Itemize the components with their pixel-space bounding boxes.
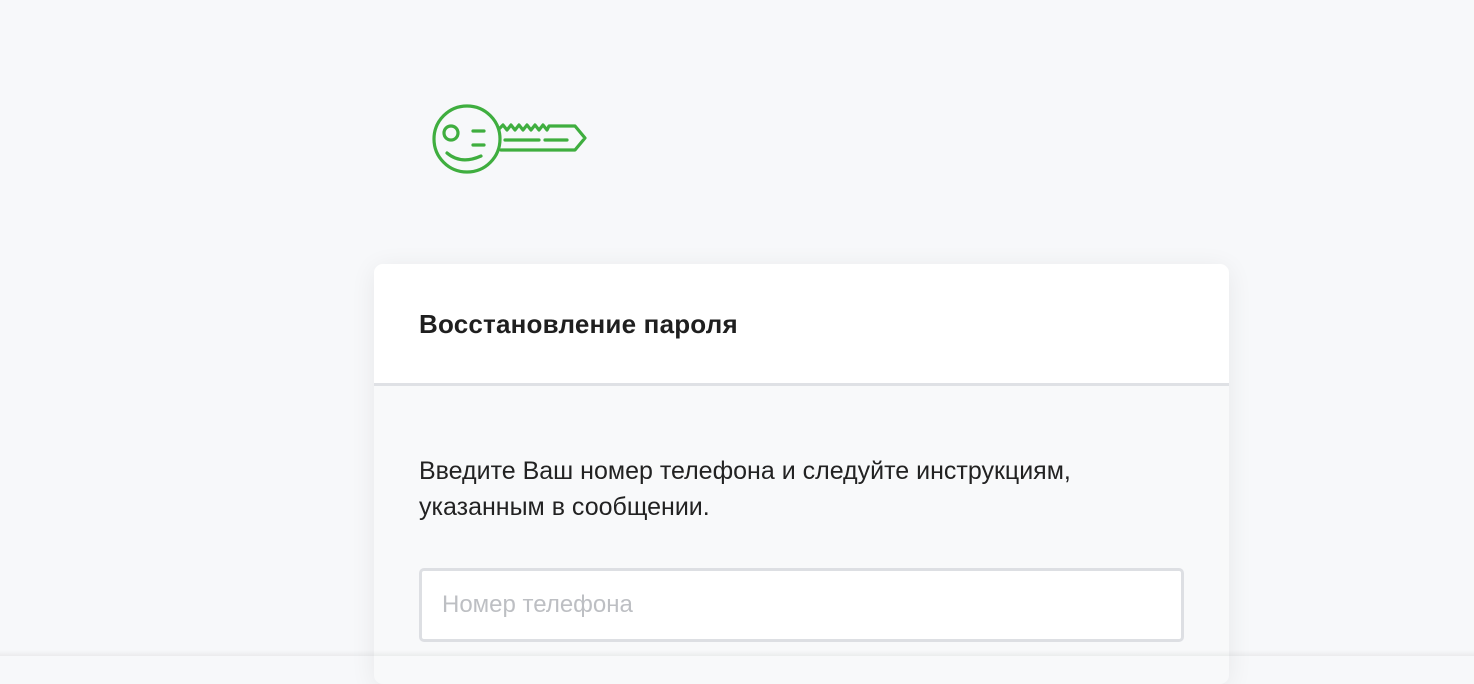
- phone-number-input[interactable]: [419, 568, 1184, 642]
- instructions-text: Введите Ваш номер телефона и следуйте ин…: [419, 457, 1071, 521]
- password-recovery-card: Восстановление пароля Введите Ваш номер …: [374, 264, 1229, 684]
- key-logo-icon: [431, 103, 587, 175]
- page-title: Восстановление пароля: [419, 309, 738, 339]
- card-header: Восстановление пароля: [374, 264, 1229, 386]
- bottom-shadow: [0, 650, 1474, 656]
